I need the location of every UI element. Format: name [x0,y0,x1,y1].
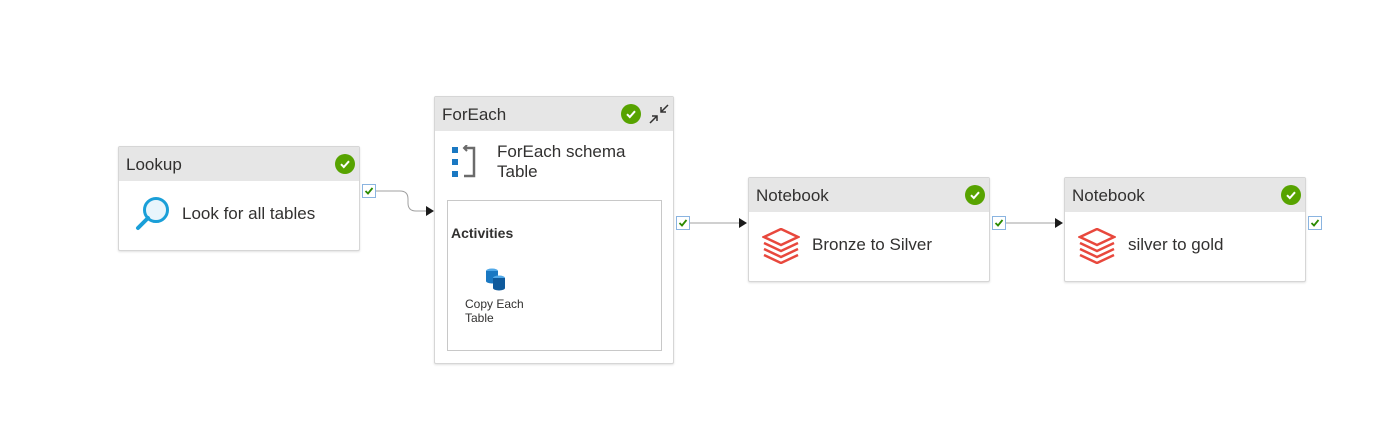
success-output-port[interactable] [1308,216,1322,230]
arrowhead-notebook2 [1055,218,1063,228]
node-type-label: Lookup [126,155,182,174]
success-check-icon [621,104,641,124]
activity-title: silver to gold [1128,235,1224,254]
node-header: Notebook [749,178,989,212]
success-output-port[interactable] [992,216,1006,230]
lookup-activity-node[interactable]: Lookup Look for all tables [118,146,360,251]
copy-activity-label: Copy Each Table [465,297,535,325]
databricks-icon [761,227,801,269]
success-check-icon [335,154,355,174]
node-header: Lookup [119,147,359,181]
activity-title-line2: Table [497,162,538,181]
arrowhead-notebook1 [739,218,747,228]
success-check-icon [965,185,985,205]
success-check-icon [1281,185,1301,205]
node-type-label: Notebook [1072,186,1145,205]
magnifier-icon [134,195,172,238]
node-type-label: ForEach [442,105,507,124]
arrowhead-foreach [426,206,434,216]
connector-lookup-foreach [376,190,426,212]
activities-label: Activities [451,225,514,241]
foreach-activity-node[interactable]: ForEach ForEach schema Table Activities [434,96,674,364]
foreach-icon [452,144,482,186]
database-copy-icon [484,267,508,298]
node-header: Notebook [1065,178,1305,212]
node-header: ForEach [435,97,673,131]
activity-title-line1: ForEach schema [497,142,626,161]
notebook-activity-bronze-node[interactable]: Notebook Bronze to Silver [748,177,990,282]
notebook-activity-silver-node[interactable]: Notebook silver to gold [1064,177,1306,282]
databricks-icon [1077,227,1117,269]
collapse-icon[interactable] [648,103,670,130]
copy-label-line2: Table [465,311,494,325]
success-output-port[interactable] [676,216,690,230]
activity-title: Look for all tables [182,204,316,223]
copy-label-line1: Copy Each [465,297,524,311]
success-output-port[interactable] [362,184,376,198]
activity-title: Bronze to Silver [812,235,932,254]
node-type-label: Notebook [756,186,829,205]
inner-activities-container[interactable]: Activities Copy Each Table [447,200,662,351]
